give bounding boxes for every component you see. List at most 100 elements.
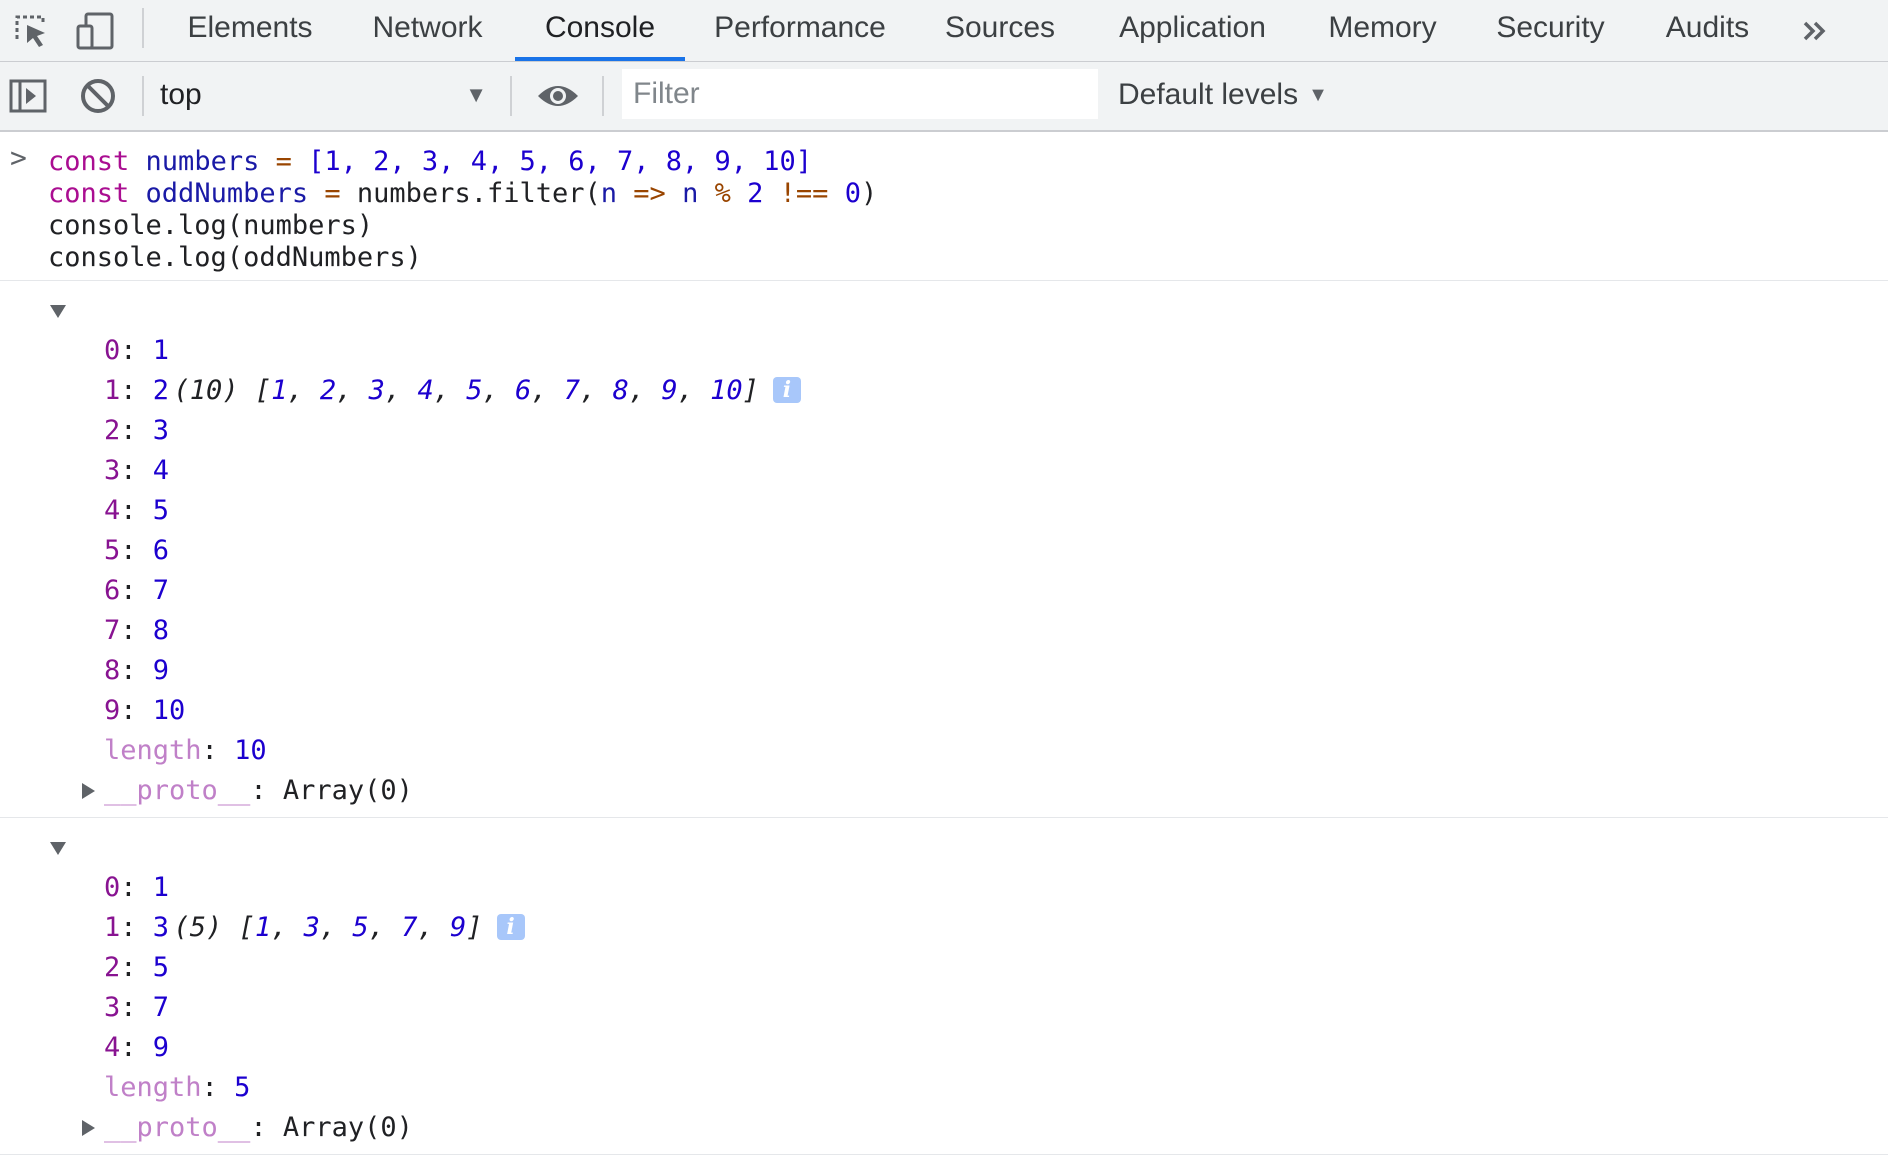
item-value: 10 bbox=[152, 695, 186, 726]
keyword: const bbox=[48, 178, 130, 209]
log-levels-label: Default levels bbox=[1118, 78, 1299, 111]
preview-value: 5 bbox=[352, 912, 369, 943]
item-key: 4 bbox=[104, 1032, 121, 1063]
operator: = bbox=[324, 178, 341, 209]
item-key: 3 bbox=[104, 455, 121, 486]
item-value: 9 bbox=[152, 1032, 170, 1063]
collapsed-triangle-icon[interactable] bbox=[82, 1120, 95, 1136]
live-expression-eye-icon[interactable] bbox=[532, 74, 584, 118]
preview-value: 1 bbox=[271, 375, 288, 406]
code-line: console.log(numbers) bbox=[48, 210, 374, 241]
item-value: 7 bbox=[152, 575, 170, 606]
proto-value: Array(0) bbox=[282, 775, 413, 806]
item-value: 3 bbox=[152, 415, 170, 446]
code-line: console.log(oddNumbers) bbox=[48, 242, 422, 273]
dropdown-caret-icon: ▼ bbox=[1308, 84, 1328, 106]
toolbar-divider bbox=[142, 76, 144, 116]
arrow-operator: => bbox=[633, 178, 666, 209]
preview-value: 3 bbox=[368, 375, 385, 406]
array-item-row: 0: 1 bbox=[104, 872, 170, 903]
array-item-row: 8: 9 bbox=[104, 655, 170, 686]
toolbar-divider bbox=[142, 8, 144, 48]
item-key: 3 bbox=[104, 992, 121, 1023]
array-summary[interactable]: (5) [1, 3, 5, 7, 9] i bbox=[0, 828, 1888, 943]
devtools-tab-bar: Elements Network Console Performance Sou… bbox=[0, 0, 1888, 62]
item-key: 5 bbox=[104, 535, 121, 566]
array-summary[interactable]: (10) [1, 2, 3, 4, 5, 6, 7, 8, 9, 10] i bbox=[0, 291, 1888, 406]
preview-value: 10 bbox=[710, 375, 743, 406]
variable-name: oddNumbers bbox=[145, 178, 309, 209]
preview-value: 3 bbox=[303, 912, 320, 943]
more-tabs-chevron-icon[interactable] bbox=[1790, 0, 1840, 62]
tab-console[interactable]: Console bbox=[515, 0, 685, 61]
toolbar-divider bbox=[602, 76, 604, 116]
expanded-triangle-icon[interactable] bbox=[50, 305, 66, 318]
preview-value: 7 bbox=[563, 375, 581, 406]
device-toolbar-icon[interactable] bbox=[72, 0, 118, 62]
expanded-triangle-icon[interactable] bbox=[50, 842, 66, 855]
clear-console-icon[interactable] bbox=[76, 74, 120, 118]
operator: !== bbox=[779, 178, 829, 209]
info-icon[interactable]: i bbox=[772, 377, 801, 403]
preview-value: 2 bbox=[319, 375, 337, 406]
array-item-row: 4: 5 bbox=[104, 495, 170, 526]
item-value: 9 bbox=[152, 655, 170, 686]
proto-key: __proto__ bbox=[104, 1112, 251, 1143]
array-item-row: 7: 8 bbox=[104, 615, 170, 646]
collapsed-triangle-icon[interactable] bbox=[82, 783, 95, 799]
input-prompt-chevron-icon: > bbox=[10, 141, 27, 174]
preview-value: 5 bbox=[466, 375, 483, 406]
console-filter-input[interactable] bbox=[622, 69, 1098, 119]
tab-audits[interactable]: Audits bbox=[1650, 0, 1765, 61]
proto-row[interactable]: __proto__: Array(0) bbox=[0, 771, 1888, 811]
item-key: 9 bbox=[104, 695, 121, 726]
info-icon[interactable]: i bbox=[496, 914, 525, 940]
array-item-row: 5: 6 bbox=[104, 535, 170, 566]
dropdown-caret-icon: ▼ bbox=[465, 82, 487, 107]
preview-value: 7 bbox=[401, 912, 418, 943]
code-line: const oddNumbers = numbers.filter(n => n… bbox=[48, 178, 1888, 210]
execution-context-select[interactable]: top ▼ bbox=[160, 70, 495, 120]
tab-network[interactable]: Network bbox=[345, 0, 510, 61]
show-sidebar-icon[interactable] bbox=[6, 74, 50, 118]
item-value: 1 bbox=[152, 335, 170, 366]
item-value: 4 bbox=[152, 455, 170, 486]
console-log-entry: (5) [1, 3, 5, 7, 9] i 0: 1 1: 3 2: 5 3: 7… bbox=[0, 818, 1888, 1155]
tab-sources[interactable]: Sources bbox=[925, 0, 1075, 61]
array-length-row: length: 5 bbox=[104, 1072, 251, 1103]
length-key: length bbox=[104, 735, 202, 766]
variable-name: numbers bbox=[145, 146, 260, 177]
proto-row[interactable]: __proto__: Array(0) bbox=[0, 1108, 1888, 1148]
preview-value: 9 bbox=[661, 375, 678, 406]
toolbar-divider bbox=[510, 76, 512, 116]
item-key: 7 bbox=[104, 615, 121, 646]
preview-value: 6 bbox=[515, 375, 532, 406]
preview-value: 9 bbox=[449, 912, 467, 943]
item-key: 6 bbox=[104, 575, 121, 606]
length-value: 5 bbox=[234, 1072, 251, 1103]
tab-memory[interactable]: Memory bbox=[1310, 0, 1455, 61]
log-levels-dropdown[interactable]: Default levels ▼ bbox=[1118, 70, 1328, 120]
inspect-element-icon[interactable] bbox=[8, 0, 54, 62]
array-item-row: 4: 9 bbox=[104, 1032, 170, 1063]
tab-security[interactable]: Security bbox=[1478, 0, 1623, 61]
array-item-row: 6: 7 bbox=[104, 575, 170, 606]
array-item-row: 0: 1 bbox=[104, 335, 170, 366]
array-literal: [1, 2, 3, 4, 5, 6, 7, 8, 9, 10] bbox=[308, 146, 813, 177]
console-toolbar: top ▼ Default levels ▼ bbox=[0, 62, 1888, 132]
console-log-entry: (10) [1, 2, 3, 4, 5, 6, 7, 8, 9, 10] i 0:… bbox=[0, 281, 1888, 818]
execution-context-value: top bbox=[160, 78, 202, 111]
item-key: 8 bbox=[104, 655, 121, 686]
operator: = bbox=[275, 146, 292, 177]
array-item-row: 3: 4 bbox=[104, 455, 170, 486]
tab-elements[interactable]: Elements bbox=[160, 0, 340, 61]
code-line: const numbers = [1, 2, 3, 4, 5, 6, 7, 8,… bbox=[48, 146, 1888, 178]
operator: % bbox=[714, 178, 731, 209]
array-length-count: (10) bbox=[173, 375, 239, 406]
item-value: 8 bbox=[152, 615, 170, 646]
array-item-row: 3: 7 bbox=[104, 992, 170, 1023]
method-call: numbers.filter( bbox=[356, 178, 601, 209]
tab-application[interactable]: Application bbox=[1100, 0, 1285, 61]
tab-performance[interactable]: Performance bbox=[695, 0, 905, 61]
console-input-entry: > const numbers = [1, 2, 3, 4, 5, 6, 7, … bbox=[0, 132, 1888, 281]
